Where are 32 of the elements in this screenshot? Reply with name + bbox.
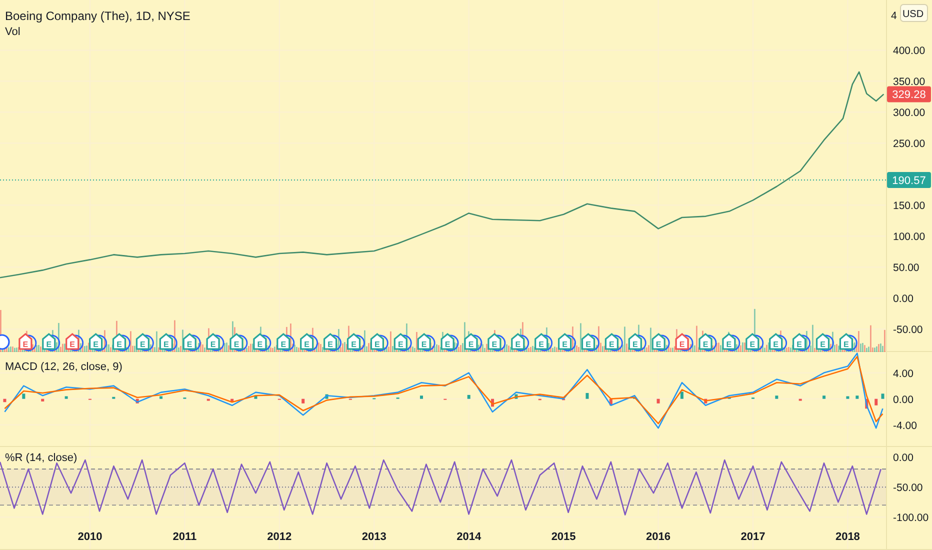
axis-label: 2011 [172,531,197,543]
ref-line-label: 190.57 [892,174,926,187]
axis-label: 4 [891,10,897,22]
axis-label: -4.00 [893,420,917,432]
axis-label: 2015 [551,531,576,543]
axis-label: 100.00 [893,231,926,244]
indicator-label: Vol [5,26,20,38]
axis-label: 150.00 [893,200,926,212]
axis-label: 0.00 [893,293,914,306]
price-tag: 190.57 [887,172,931,188]
axis-label: -100.00 [893,512,929,524]
chart-title: Boeing Company (The), 1D, NYSE [5,9,190,23]
indicator-label: %R (14, close) [5,452,78,464]
axis-label: 2017 [740,531,766,543]
axis-label: 2013 [362,531,386,543]
axis-label: -50.00 [893,324,923,336]
price-tag: 329.28 [887,86,931,102]
axis-label: 400.00 [893,45,926,58]
axis-label: 250.00 [893,138,926,150]
axis-label: 4.00 [893,368,914,380]
axis-label: 300.00 [893,107,926,120]
axis-label: 0.00 [893,452,914,464]
indicator-label: MACD (12, 26, close, 9) [5,361,122,373]
axis-label: 50.00 [893,262,920,274]
axis-label: -50.00 [893,482,923,494]
axis-label: 2016 [646,531,671,543]
axis-label: 2014 [456,531,482,543]
axis-label: 2018 [835,531,860,543]
axis-label: 350.00 [893,76,926,88]
axis-label: 0.00 [893,394,914,406]
axis-label: 2012 [267,531,292,543]
axis-label: 2010 [78,531,102,543]
